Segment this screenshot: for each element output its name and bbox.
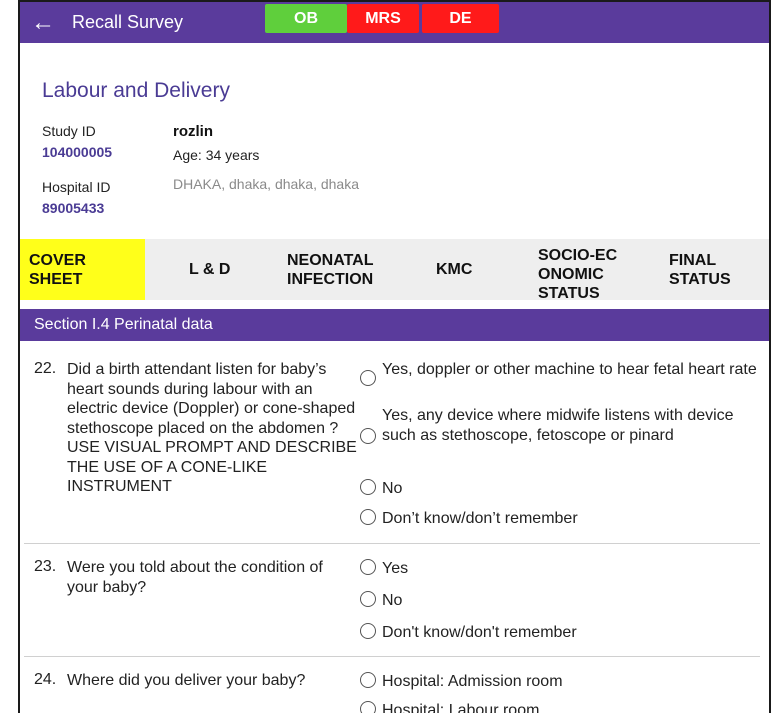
option-label: Hospital: Labour room xyxy=(382,702,540,713)
radio-option[interactable]: Yes xyxy=(360,559,408,579)
radio-option[interactable]: Hospital: Admission room xyxy=(360,672,563,692)
option-label: Don't know/don't remember xyxy=(382,624,577,641)
tab-label: INFECTION xyxy=(287,270,374,288)
mrs-badge[interactable]: MRS xyxy=(347,4,419,33)
tab-label: COVER xyxy=(29,251,86,269)
radio-option[interactable]: Don’t know/don’t remember xyxy=(360,509,578,529)
question-text: Did a birth attendant listen for baby’s … xyxy=(67,361,357,495)
radio-option[interactable]: Don't know/don't remember xyxy=(360,623,577,643)
option-label: Yes xyxy=(382,560,409,577)
patient-address: DHAKA, dhaka, dhaka, dhaka xyxy=(173,176,360,192)
option-label: Hospital: Admission room xyxy=(382,673,563,690)
tab-cover-sheet[interactable]: COVER SHEET xyxy=(20,239,145,300)
de-badge[interactable]: DE xyxy=(422,4,499,33)
hospital-id-label: Hospital ID xyxy=(42,179,111,195)
app-title: Recall Survey xyxy=(72,12,184,32)
radio-button[interactable] xyxy=(360,428,376,444)
radio-button[interactable] xyxy=(360,509,376,525)
study-id-value: 104000005 xyxy=(42,144,113,160)
tab-label: STATUS xyxy=(538,285,600,300)
tab-socio-economic-status[interactable]: SOCIO-EC ONOMIC STATUS xyxy=(519,239,648,300)
radio-button[interactable] xyxy=(360,672,376,688)
tab-final-status[interactable]: FINAL STATUS xyxy=(648,239,758,300)
radio-button[interactable] xyxy=(360,623,376,639)
patient-age: Age: 34 years xyxy=(173,147,260,163)
tab-neonatal-infection[interactable]: NEONATAL INFECTION xyxy=(269,239,393,300)
question-text: Where did you deliver your baby? xyxy=(67,672,306,689)
page-title: Labour and Delivery xyxy=(42,79,230,102)
option-label: Don’t know/don’t remember xyxy=(382,510,578,527)
app-screen: ← Recall Survey OB MRS DE Labour and Del… xyxy=(18,0,771,713)
option-label: Yes, doppler or other machine to hear fe… xyxy=(382,361,757,378)
tab-label: SHEET xyxy=(29,270,83,288)
radio-button[interactable] xyxy=(360,591,376,607)
hospital-id-value: 89005433 xyxy=(42,200,105,216)
divider xyxy=(24,543,760,544)
question-text: Were you told about the condition of you… xyxy=(67,559,323,596)
radio-option[interactable]: Yes, doppler or other machine to hear fe… xyxy=(360,360,760,386)
tab-label: ONOMIC xyxy=(538,266,604,283)
question-number: 24. xyxy=(34,671,57,688)
radio-button[interactable] xyxy=(360,370,376,386)
ob-badge[interactable]: OB xyxy=(265,4,347,33)
patient-name: rozlin xyxy=(173,123,213,140)
tab-label: NEONATAL xyxy=(287,251,374,269)
question-number: 23. xyxy=(34,558,57,575)
divider xyxy=(24,656,760,657)
tab-label: KMC xyxy=(436,261,473,278)
tab-label: FINAL xyxy=(669,251,717,269)
radio-option[interactable]: Hospital: Labour room xyxy=(360,701,539,713)
tab-label: STATUS xyxy=(669,270,731,288)
radio-option[interactable]: No xyxy=(360,479,402,499)
radio-button[interactable] xyxy=(360,701,376,713)
radio-option[interactable]: Yes, any device where midwife listens wi… xyxy=(360,406,760,446)
back-arrow-icon[interactable]: ← xyxy=(20,2,60,43)
tab-kmc[interactable]: KMC xyxy=(393,239,519,300)
tab-label: SOCIO-EC xyxy=(538,247,618,264)
radio-option[interactable]: No xyxy=(360,591,402,611)
option-label: Yes, any device where midwife listens wi… xyxy=(382,407,734,444)
radio-button[interactable] xyxy=(360,559,376,575)
tab-label: L & D xyxy=(189,261,231,278)
radio-button[interactable] xyxy=(360,479,376,495)
tab-bar: COVER SHEET L & D NEONATAL INFECTION KMC S… xyxy=(20,239,769,300)
study-id-label: Study ID xyxy=(42,123,96,139)
section-header: Section I.4 Perinatal data xyxy=(20,309,769,341)
question-number: 22. xyxy=(34,360,57,377)
option-label: No xyxy=(382,480,403,497)
option-label: No xyxy=(382,592,403,609)
tab-l-and-d[interactable]: L & D xyxy=(145,239,269,300)
app-bar: ← Recall Survey OB MRS DE xyxy=(20,2,769,43)
